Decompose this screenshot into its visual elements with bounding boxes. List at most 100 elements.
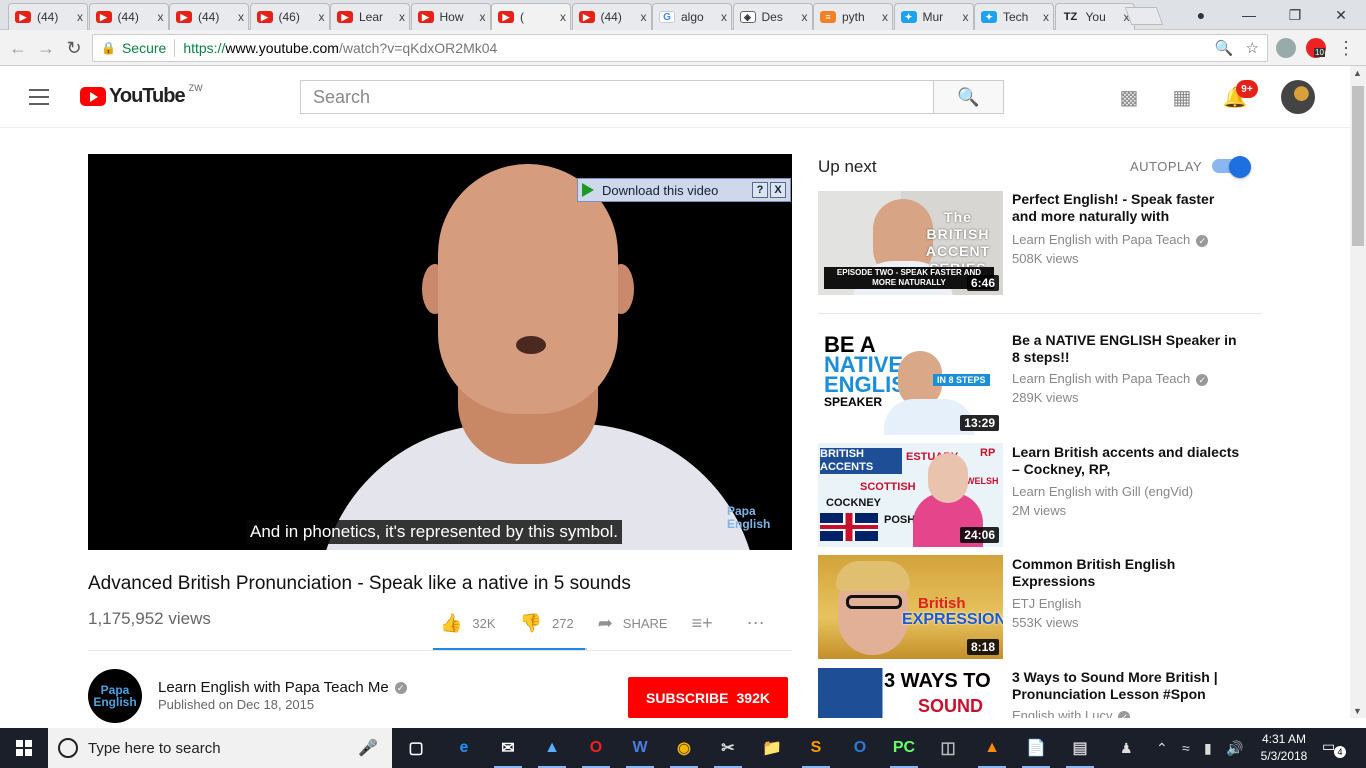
browser-tab[interactable]: TZ You x bbox=[1054, 3, 1135, 30]
browser-tab[interactable]: ▶ (44) x bbox=[571, 3, 652, 30]
like-button[interactable]: 👍 32K bbox=[440, 613, 496, 634]
video-thumbnail[interactable]: 3 WAYS TO SOUND bbox=[818, 668, 1003, 718]
people-icon[interactable]: ♟ bbox=[1120, 728, 1133, 768]
browser-tab[interactable]: ▶ (44) x bbox=[8, 3, 88, 30]
taskbar-search-input[interactable]: Type here to search 🎤 bbox=[48, 728, 392, 768]
browser-tab[interactable]: ▶ How x bbox=[410, 3, 491, 30]
scroll-up-icon[interactable]: ▲ bbox=[1353, 68, 1362, 78]
browser-tab[interactable]: ✦ Mur x bbox=[893, 3, 974, 30]
sublime-text-icon[interactable]: S bbox=[800, 732, 832, 768]
address-bar[interactable]: 🔒 Secure https:// www.youtube.com /watch… bbox=[92, 34, 1268, 62]
tab-close-icon[interactable]: x bbox=[73, 10, 87, 24]
recommendation-title[interactable]: Common British English Expressions bbox=[1012, 556, 1242, 590]
recommendation-channel[interactable]: Learn English with Gill (engVid) bbox=[1012, 484, 1193, 499]
recommendation-item[interactable]: The BRITISH ACCENT SERIES EPISODE TWO - … bbox=[818, 191, 1258, 295]
tab-close-icon[interactable]: x bbox=[234, 10, 248, 24]
vlc-icon[interactable]: ▲ bbox=[976, 732, 1008, 768]
recommendation-item[interactable]: BRITISH ACCENTS ESTUARY RP SCOTTISH WELS… bbox=[818, 443, 1258, 547]
tab-close-icon[interactable]: x bbox=[798, 10, 812, 24]
close-download-button[interactable]: X bbox=[770, 182, 786, 198]
channel-name[interactable]: Learn English with Papa Teach Me ✓ bbox=[158, 679, 407, 696]
chrome-icon[interactable]: ◉ bbox=[668, 732, 700, 768]
extension-icon[interactable] bbox=[1276, 38, 1296, 58]
more-actions-button[interactable]: ⋯ bbox=[747, 613, 775, 634]
scrollbar-thumb[interactable] bbox=[1352, 86, 1364, 246]
help-button[interactable]: ? bbox=[752, 182, 768, 198]
back-icon[interactable]: ← bbox=[6, 36, 30, 60]
browser-tab[interactable]: ▶ (46) x bbox=[249, 3, 330, 30]
hamburger-menu-icon[interactable] bbox=[29, 89, 49, 105]
new-tab-button[interactable] bbox=[1124, 7, 1164, 25]
scroll-down-icon[interactable]: ▼ bbox=[1353, 706, 1362, 716]
mail-icon[interactable]: ✉ bbox=[492, 732, 524, 768]
outlook-icon[interactable]: O bbox=[844, 732, 876, 764]
account-avatar[interactable] bbox=[1281, 80, 1315, 114]
browser-tab[interactable]: Galgo x bbox=[652, 3, 732, 30]
minimize-button[interactable]: — bbox=[1226, 0, 1272, 30]
recommendation-channel[interactable]: English with Lucy ✓ bbox=[1012, 708, 1131, 718]
tab-close-icon[interactable]: x bbox=[959, 10, 973, 24]
search-input[interactable]: Search bbox=[300, 80, 934, 114]
task-view-icon[interactable]: ▢ bbox=[400, 732, 432, 764]
video-thumbnail[interactable]: British EXPRESSIONS 8:18 bbox=[818, 555, 1003, 659]
tab-close-icon[interactable]: x bbox=[315, 10, 329, 24]
tab-close-icon[interactable]: x bbox=[556, 10, 570, 24]
recommendation-title[interactable]: Learn British accents and dialects – Coc… bbox=[1012, 444, 1242, 478]
wifi-icon[interactable]: ≈ bbox=[1182, 728, 1190, 768]
start-button[interactable] bbox=[0, 728, 48, 768]
video-thumbnail[interactable]: BE A NATIVE ENGLISH SPEAKER IN 8 STEPS 1… bbox=[818, 331, 1003, 435]
browser-tab[interactable]: ▶ (x bbox=[491, 3, 571, 30]
channel-watermark[interactable]: Papa English bbox=[727, 505, 770, 531]
microphone-icon[interactable]: 🎤 bbox=[358, 738, 378, 758]
action-center-icon[interactable]: ▭ 4 bbox=[1322, 738, 1346, 758]
system-clock[interactable]: 4:31 AM 5/3/2018 bbox=[1252, 731, 1316, 765]
tab-close-icon[interactable]: x bbox=[878, 10, 892, 24]
recommendation-channel[interactable]: Learn English with Papa Teach ✓ bbox=[1012, 371, 1209, 386]
restore-button[interactable]: ❐ bbox=[1272, 0, 1318, 30]
subscribe-button[interactable]: SUBSCRIBE 392K bbox=[628, 677, 788, 718]
tab-close-icon[interactable]: x bbox=[476, 10, 490, 24]
bookmark-star-icon[interactable]: ☆ bbox=[1246, 39, 1259, 57]
upload-video-icon[interactable]: ▩ bbox=[1117, 86, 1141, 109]
battery-icon[interactable]: ▮ bbox=[1204, 728, 1212, 768]
app-icon[interactable]: ▲ bbox=[536, 732, 568, 768]
video-thumbnail[interactable]: The BRITISH ACCENT SERIES EPISODE TWO - … bbox=[818, 191, 1003, 295]
tab-close-icon[interactable]: x bbox=[637, 10, 651, 24]
recommendation-channel[interactable]: ETJ English bbox=[1012, 596, 1081, 611]
menu-kebab-icon[interactable]: ⋮ bbox=[1334, 36, 1358, 60]
channel-avatar[interactable]: Papa English bbox=[88, 669, 142, 723]
recommendation-item[interactable]: BE A NATIVE ENGLISH SPEAKER IN 8 STEPS 1… bbox=[818, 331, 1258, 435]
apps-grid-icon[interactable]: ▦ bbox=[1170, 86, 1194, 109]
recommendation-item[interactable]: British EXPRESSIONS 8:18 Common British … bbox=[818, 555, 1258, 659]
tab-close-icon[interactable]: x bbox=[154, 10, 168, 24]
tab-close-icon[interactable]: x bbox=[1039, 10, 1053, 24]
browser-tab[interactable]: ✦ Tech x bbox=[974, 3, 1054, 30]
recommendation-item[interactable]: 3 WAYS TO SOUND 3 Ways to Sound More Bri… bbox=[818, 668, 1258, 718]
word-icon[interactable]: W bbox=[624, 732, 656, 768]
browser-tab[interactable]: ◈ Des x bbox=[732, 3, 813, 30]
search-button[interactable]: 🔍 bbox=[933, 80, 1004, 114]
tab-close-icon[interactable]: x bbox=[395, 10, 409, 24]
python-icon[interactable]: 📄 bbox=[1020, 732, 1052, 768]
recommendation-channel[interactable]: Learn English with Papa Teach ✓ bbox=[1012, 232, 1209, 247]
add-to-playlist-button[interactable]: ≡+ bbox=[692, 613, 723, 634]
profile-icon[interactable]: ● bbox=[1178, 0, 1224, 30]
browser-tab[interactable]: ≡ pyth x bbox=[813, 3, 893, 30]
snipping-tool-icon[interactable]: ✂ bbox=[712, 732, 744, 768]
share-button[interactable]: ➦ SHARE bbox=[598, 613, 668, 634]
opera-icon[interactable]: O bbox=[580, 732, 612, 768]
video-player[interactable] bbox=[88, 154, 792, 550]
recommendation-title[interactable]: Perfect English! - Speak faster and more… bbox=[1012, 191, 1242, 225]
forward-icon[interactable]: → bbox=[34, 36, 58, 60]
recommendation-title[interactable]: Be a NATIVE ENGLISH Speaker in 8 steps!! bbox=[1012, 332, 1242, 366]
page-scrollbar[interactable]: ▲ ▼ bbox=[1350, 66, 1366, 718]
dislike-button[interactable]: 👎 272 bbox=[520, 613, 574, 634]
video-thumbnail[interactable]: BRITISH ACCENTS ESTUARY RP SCOTTISH WELS… bbox=[818, 443, 1003, 547]
file-explorer-icon[interactable]: 📁 bbox=[756, 732, 788, 764]
browser-tab[interactable]: ▶ (44) x bbox=[88, 3, 169, 30]
browser-tab[interactable]: ▶ Lear x bbox=[330, 3, 410, 30]
database-icon[interactable]: ◫ bbox=[932, 732, 964, 764]
pycharm-icon[interactable]: PC bbox=[888, 732, 920, 768]
download-video-bar[interactable]: Download this video ? X bbox=[577, 178, 791, 202]
autoplay-toggle[interactable] bbox=[1212, 156, 1251, 178]
